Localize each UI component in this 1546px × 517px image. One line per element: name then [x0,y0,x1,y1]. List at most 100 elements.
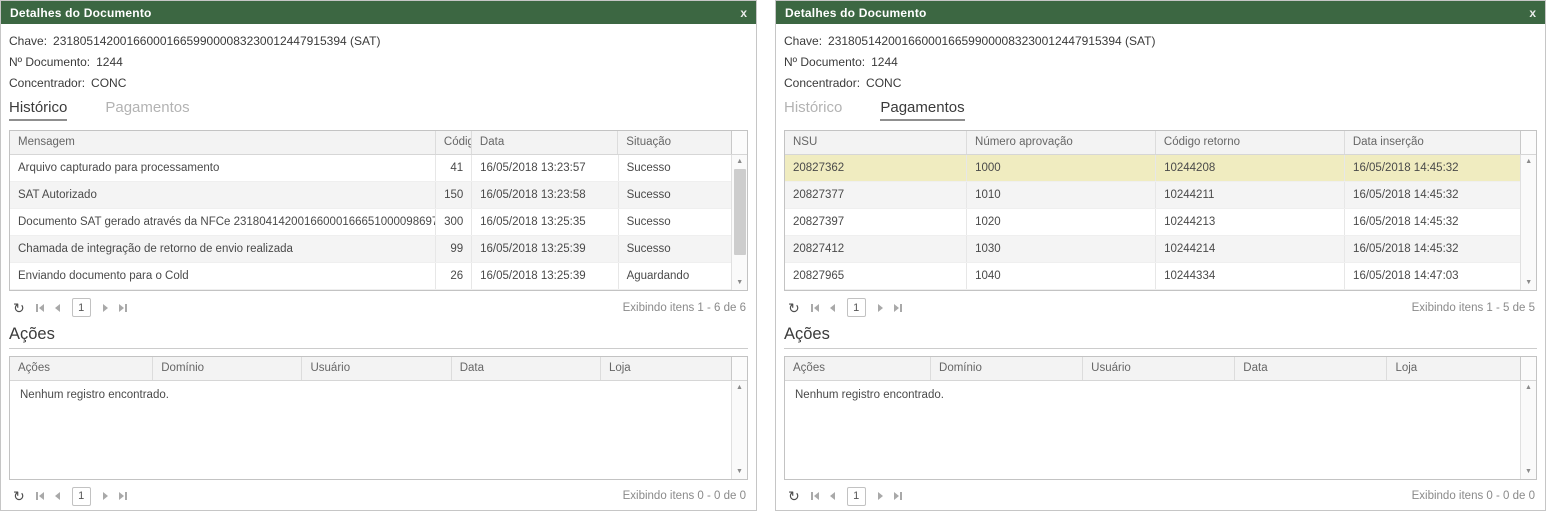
dialog-detalhes-documento-pagamentos: Detalhes do Documento x Chave:2318051420… [775,0,1546,511]
documento-value: 1244 [96,55,123,69]
last-page-button[interactable] [892,302,904,314]
scroll-up-icon[interactable]: ▲ [1525,155,1532,169]
vertical-scrollbar[interactable]: ▲▼ [1520,381,1536,479]
scroll-down-icon[interactable]: ▼ [736,465,743,479]
vertical-scrollbar[interactable]: ▲▼ [1520,155,1536,291]
current-page-button[interactable]: 1 [72,298,91,317]
refresh-icon[interactable]: ↻ [786,489,802,503]
table-row[interactable]: 2082736210001024420816/05/2018 14:45:32 [785,155,1520,182]
current-page-button[interactable]: 1 [72,487,91,506]
column-header[interactable]: Domínio [931,357,1083,380]
documento-line: Nº Documento: 1244 [9,52,748,73]
tab-pagamentos[interactable]: Pagamentos [105,99,189,121]
column-header[interactable]: Data [1235,357,1387,380]
dialog-detalhes-documento-historico: Detalhes do Documento x Chave:2318051420… [0,0,757,511]
scroll-up-icon[interactable]: ▲ [736,381,743,395]
chave-line: Chave:2318051420016600016659900008323001… [9,31,748,52]
dialog-titlebar[interactable]: Detalhes do Documento x [776,1,1545,24]
vertical-scrollbar[interactable]: ▲▼ [731,155,747,291]
column-header[interactable]: Situação [618,131,731,154]
column-header[interactable]: Data inserção [1344,131,1520,154]
tab-historico[interactable]: Histórico [9,99,67,121]
column-header[interactable]: NSU [785,131,967,154]
column-header[interactable]: Usuário [302,357,451,380]
scroll-down-icon[interactable]: ▼ [1525,276,1532,290]
last-page-button[interactable] [117,302,129,314]
scroll-up-icon[interactable]: ▲ [736,155,743,169]
concentrador-value: CONC [91,76,126,90]
refresh-icon[interactable]: ↻ [786,301,802,315]
documento-label: Nº Documento: [9,55,90,69]
first-page-button[interactable] [34,490,46,502]
current-page-button[interactable]: 1 [847,298,866,317]
acoes-pager: ↻ 1 Exibindo itens 0 - 0 de 0 [9,483,748,510]
column-header[interactable]: Loja [600,357,731,380]
scroll-down-icon[interactable]: ▼ [1525,465,1532,479]
documento-line: Nº Documento: 1244 [784,52,1537,73]
prev-page-button[interactable] [828,490,837,502]
scrollbar-spacer [731,357,747,380]
chave-value: 2318051420016600016659900008323001244791… [828,34,1155,48]
next-page-button[interactable] [876,490,885,502]
scrollbar-thumb[interactable] [734,169,746,255]
column-header[interactable]: Data [451,357,600,380]
table-row[interactable]: Chamada de integração de retorno de envi… [10,236,731,263]
column-header[interactable]: Domínio [153,357,302,380]
prev-page-button[interactable] [53,490,62,502]
refresh-icon[interactable]: ↻ [11,301,27,315]
table-row[interactable]: 2082796510401024433416/05/2018 14:47:03 [785,263,1520,290]
last-page-button[interactable] [117,490,129,502]
column-header[interactable]: Data [471,131,617,154]
column-header[interactable]: Usuário [1083,357,1235,380]
concentrador-label: Concentrador: [9,76,85,90]
scrollbar-spacer [731,131,747,154]
documento-value: 1244 [871,55,898,69]
last-page-button[interactable] [892,490,904,502]
vertical-scrollbar[interactable]: ▲▼ [731,381,747,479]
concentrador-label: Concentrador: [784,76,860,90]
column-header[interactable]: Ações [10,357,153,380]
column-header[interactable]: Loja [1387,357,1520,380]
column-header[interactable]: Ações [785,357,931,380]
dialog-title: Detalhes do Documento [785,6,927,20]
table-row[interactable]: Enviando documento para o Cold2616/05/20… [10,263,731,290]
table-row[interactable]: 2082739710201024421316/05/2018 14:45:32 [785,209,1520,236]
column-header[interactable]: Número aprovação [967,131,1156,154]
concentrador-line: Concentrador: CONC [9,73,748,94]
table-row[interactable]: SAT Autorizado15016/05/2018 13:23:58Suce… [10,182,731,209]
first-page-button[interactable] [809,302,821,314]
pagamentos-pager: ↻ 1 Exibindo itens 1 - 5 de 5 [784,294,1537,321]
next-page-button[interactable] [101,302,110,314]
column-header[interactable]: Mensagem [10,131,435,154]
table-row[interactable]: Arquivo capturado para processamento4116… [10,155,731,182]
first-page-button[interactable] [34,302,46,314]
table-row[interactable]: 2082741210301024421416/05/2018 14:45:32 [785,236,1520,263]
column-header[interactable]: Código [435,131,471,154]
column-header[interactable]: Código retorno [1155,131,1344,154]
tab-pagamentos[interactable]: Pagamentos [880,99,964,121]
next-page-button[interactable] [876,302,885,314]
acoes-section-title: Ações [784,325,1537,344]
next-page-button[interactable] [101,490,110,502]
close-icon[interactable]: x [1529,7,1536,19]
prev-page-button[interactable] [53,302,62,314]
pagamentos-grid: NSUNúmero aprovaçãoCódigo retornoData in… [784,130,1537,291]
chave-value: 2318051420016600016659900008323001244791… [53,34,380,48]
dialog-title: Detalhes do Documento [10,6,152,20]
tabstrip: Histórico Pagamentos [784,99,1537,121]
pager-info: Exibindo itens 1 - 6 de 6 [623,302,746,314]
empty-message: Nenhum registro encontrado. [785,381,1520,479]
refresh-icon[interactable]: ↻ [11,489,27,503]
table-row[interactable]: Documento SAT gerado através da NFCe 231… [10,209,731,236]
table-row[interactable]: 2082737710101024421116/05/2018 14:45:32 [785,182,1520,209]
prev-page-button[interactable] [828,302,837,314]
tab-historico[interactable]: Histórico [784,99,842,121]
scrollbar-spacer [1520,131,1536,154]
documento-label: Nº Documento: [784,55,865,69]
first-page-button[interactable] [809,490,821,502]
scroll-up-icon[interactable]: ▲ [1525,381,1532,395]
dialog-titlebar[interactable]: Detalhes do Documento x [1,1,756,24]
current-page-button[interactable]: 1 [847,487,866,506]
scroll-down-icon[interactable]: ▼ [736,276,743,290]
close-icon[interactable]: x [740,7,747,19]
